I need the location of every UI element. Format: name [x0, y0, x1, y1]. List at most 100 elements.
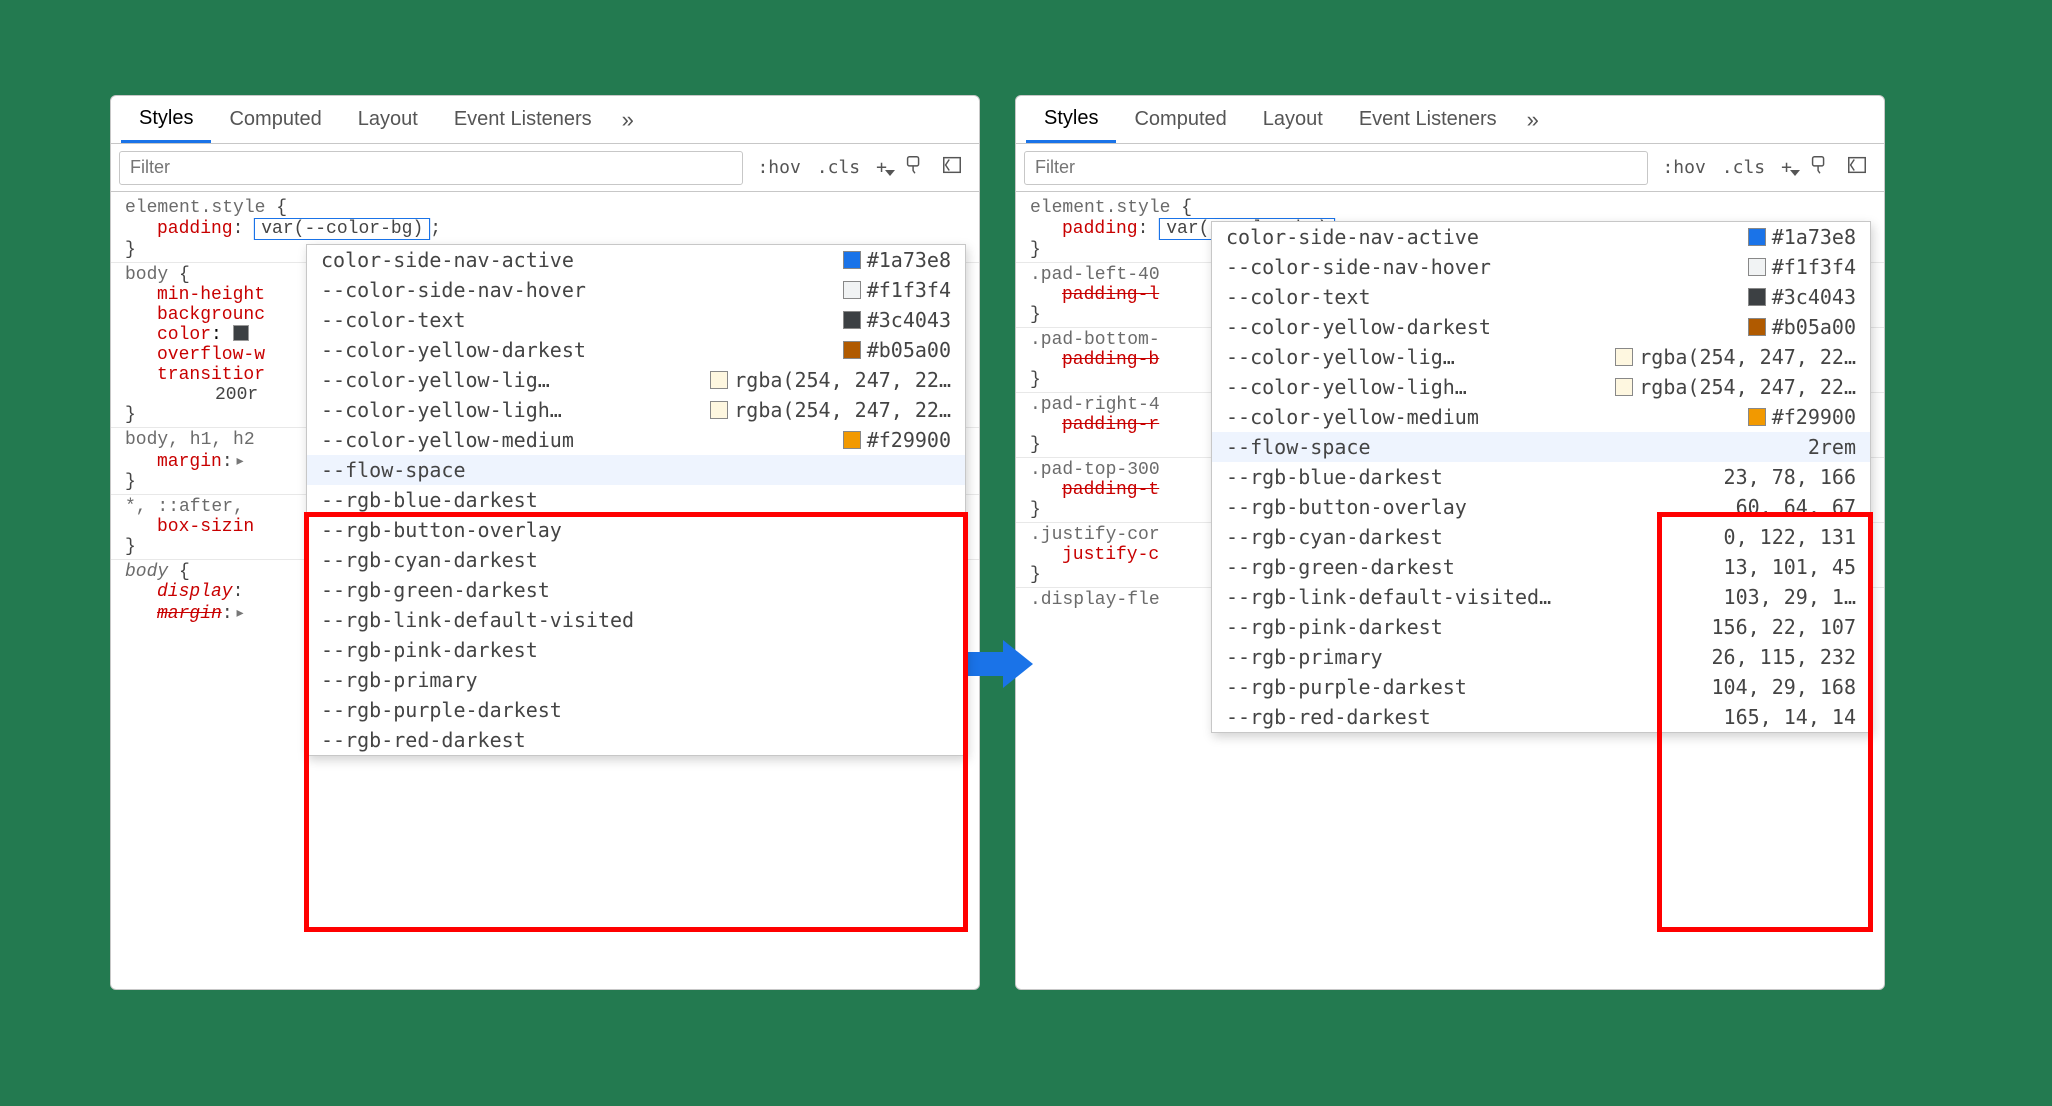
- tabs-bar: Styles Computed Layout Event Listeners »: [1016, 96, 1884, 144]
- color-swatch: [843, 311, 861, 329]
- autocomplete-item[interactable]: --rgb-link-default-visited: [307, 605, 965, 635]
- autocomplete-item[interactable]: --flow-space2rem: [1212, 432, 1870, 462]
- hov-toggle[interactable]: :hov: [749, 157, 808, 178]
- autocomplete-item[interactable]: --rgb-button-overlay: [307, 515, 965, 545]
- autocomplete-item[interactable]: --rgb-green-darkest: [307, 575, 965, 605]
- color-swatch: [710, 371, 728, 389]
- before-after-arrow-icon: [963, 640, 1033, 688]
- autocomplete-item[interactable]: --color-yellow-darkest#b05a00: [307, 335, 965, 365]
- devtools-panel-after: Styles Computed Layout Event Listeners »…: [1015, 95, 1885, 990]
- filter-input[interactable]: [119, 151, 743, 185]
- color-swatch: [710, 401, 728, 419]
- prop-padding[interactable]: padding: [157, 219, 233, 239]
- paint-flashing-icon[interactable]: [1800, 154, 1838, 181]
- color-swatch: [1615, 348, 1633, 366]
- color-swatch: [1748, 408, 1766, 426]
- prop-transition[interactable]: transitior: [157, 365, 265, 385]
- filter-input[interactable]: [1024, 151, 1648, 185]
- color-swatch: [843, 431, 861, 449]
- autocomplete-item[interactable]: --color-yellow-darkest#b05a00: [1212, 312, 1870, 342]
- rules-list: element.style { padding: var(--color-bg)…: [1016, 192, 1884, 616]
- prop-name[interactable]: padding-t: [1062, 480, 1159, 500]
- autocomplete-item[interactable]: --rgb-red-darkest165, 14, 14: [1212, 702, 1870, 732]
- autocomplete-item[interactable]: --color-yellow-ligh…rgba(254, 247, 22…: [307, 395, 965, 425]
- color-swatch: [1615, 378, 1633, 396]
- prop-margin-strike[interactable]: margin: [157, 604, 222, 624]
- autocomplete-item[interactable]: --color-yellow-ligh…rgba(254, 247, 22…: [1212, 372, 1870, 402]
- color-swatch[interactable]: [233, 325, 249, 341]
- autocomplete-popup[interactable]: color-side-nav-active#1a73e8 --color-sid…: [306, 244, 966, 756]
- autocomplete-item[interactable]: --rgb-cyan-darkest: [307, 545, 965, 575]
- autocomplete-item[interactable]: --rgb-red-darkest: [307, 725, 965, 755]
- autocomplete-item[interactable]: --flow-space: [307, 455, 965, 485]
- tab-computed[interactable]: Computed: [211, 96, 339, 143]
- cls-toggle[interactable]: .cls: [1714, 157, 1773, 178]
- autocomplete-item[interactable]: --color-yellow-medium#f29900: [307, 425, 965, 455]
- tab-styles[interactable]: Styles: [1026, 96, 1116, 143]
- autocomplete-item[interactable]: --rgb-blue-darkest23, 78, 166: [1212, 462, 1870, 492]
- paint-flashing-icon[interactable]: [895, 154, 933, 181]
- autocomplete-item[interactable]: --color-yellow-lig…rgba(254, 247, 22…: [1212, 342, 1870, 372]
- rules-list: element.style { padding: var(--color-bg)…: [111, 192, 979, 630]
- value-editor[interactable]: var(--color-bg): [254, 218, 430, 240]
- styles-toolbar: :hov .cls +: [111, 144, 979, 192]
- color-swatch: [843, 251, 861, 269]
- prop-overflow[interactable]: overflow-w: [157, 345, 265, 365]
- prop-min-height[interactable]: min-height: [157, 285, 265, 305]
- autocomplete-item[interactable]: --color-text#3c4043: [307, 305, 965, 335]
- prop-name[interactable]: justify-c: [1062, 545, 1159, 565]
- computed-sidebar-icon[interactable]: [933, 154, 971, 181]
- autocomplete-item[interactable]: --rgb-primary: [307, 665, 965, 695]
- autocomplete-popup[interactable]: color-side-nav-active#1a73e8 --color-sid…: [1211, 221, 1871, 733]
- autocomplete-item[interactable]: --rgb-button-overlay60, 64, 67: [1212, 492, 1870, 522]
- prop-margin[interactable]: margin: [157, 452, 222, 472]
- color-swatch: [1748, 288, 1766, 306]
- autocomplete-item[interactable]: --rgb-cyan-darkest0, 122, 131: [1212, 522, 1870, 552]
- hov-toggle[interactable]: :hov: [1654, 157, 1713, 178]
- tab-styles[interactable]: Styles: [121, 96, 211, 143]
- tab-computed[interactable]: Computed: [1116, 96, 1244, 143]
- prop-background[interactable]: backgrounc: [157, 305, 265, 325]
- autocomplete-item[interactable]: --rgb-pink-darkest156, 22, 107: [1212, 612, 1870, 642]
- devtools-panel-before: Styles Computed Layout Event Listeners »…: [110, 95, 980, 990]
- tab-event-listeners[interactable]: Event Listeners: [1341, 96, 1515, 143]
- color-swatch: [1748, 228, 1766, 246]
- tab-event-listeners[interactable]: Event Listeners: [436, 96, 610, 143]
- new-rule-button[interactable]: +: [868, 157, 895, 178]
- disclosure-icon[interactable]: ▸: [235, 452, 246, 472]
- prop-box-sizing[interactable]: box-sizin: [157, 517, 254, 537]
- autocomplete-item[interactable]: --rgb-green-darkest13, 101, 45: [1212, 552, 1870, 582]
- autocomplete-item[interactable]: --rgb-purple-darkest104, 29, 168: [1212, 672, 1870, 702]
- tab-layout[interactable]: Layout: [340, 96, 436, 143]
- autocomplete-item[interactable]: --rgb-blue-darkest: [307, 485, 965, 515]
- disclosure-icon[interactable]: ▸: [235, 604, 246, 624]
- autocomplete-item[interactable]: --rgb-link-default-visited…103, 29, 1…: [1212, 582, 1870, 612]
- autocomplete-item[interactable]: --color-side-nav-hover#f1f3f4: [307, 275, 965, 305]
- prop-color[interactable]: color: [157, 325, 211, 345]
- autocomplete-item[interactable]: --color-side-nav-hover#f1f3f4: [1212, 252, 1870, 282]
- autocomplete-item[interactable]: color-side-nav-active#1a73e8: [1212, 222, 1870, 252]
- more-tabs-icon[interactable]: »: [1515, 107, 1551, 133]
- autocomplete-item[interactable]: --rgb-pink-darkest: [307, 635, 965, 665]
- prop-name[interactable]: padding-l: [1062, 285, 1159, 305]
- color-swatch: [843, 341, 861, 359]
- autocomplete-item[interactable]: --rgb-purple-darkest: [307, 695, 965, 725]
- autocomplete-item[interactable]: color-side-nav-active#1a73e8: [307, 245, 965, 275]
- computed-sidebar-icon[interactable]: [1838, 154, 1876, 181]
- prop-display[interactable]: display: [157, 582, 233, 602]
- new-rule-button[interactable]: +: [1773, 157, 1800, 178]
- prop-name[interactable]: padding-r: [1062, 415, 1159, 435]
- autocomplete-item[interactable]: --color-yellow-lig…rgba(254, 247, 22…: [307, 365, 965, 395]
- cls-toggle[interactable]: .cls: [809, 157, 868, 178]
- prop-padding[interactable]: padding: [1062, 219, 1138, 239]
- color-swatch: [843, 281, 861, 299]
- autocomplete-item[interactable]: --rgb-primary26, 115, 232: [1212, 642, 1870, 672]
- autocomplete-item[interactable]: --color-text#3c4043: [1212, 282, 1870, 312]
- tab-layout[interactable]: Layout: [1245, 96, 1341, 143]
- autocomplete-item[interactable]: --color-yellow-medium#f29900: [1212, 402, 1870, 432]
- more-tabs-icon[interactable]: »: [610, 107, 646, 133]
- prop-name[interactable]: padding-b: [1062, 350, 1159, 370]
- color-swatch: [1748, 258, 1766, 276]
- styles-toolbar: :hov .cls +: [1016, 144, 1884, 192]
- color-swatch: [1748, 318, 1766, 336]
